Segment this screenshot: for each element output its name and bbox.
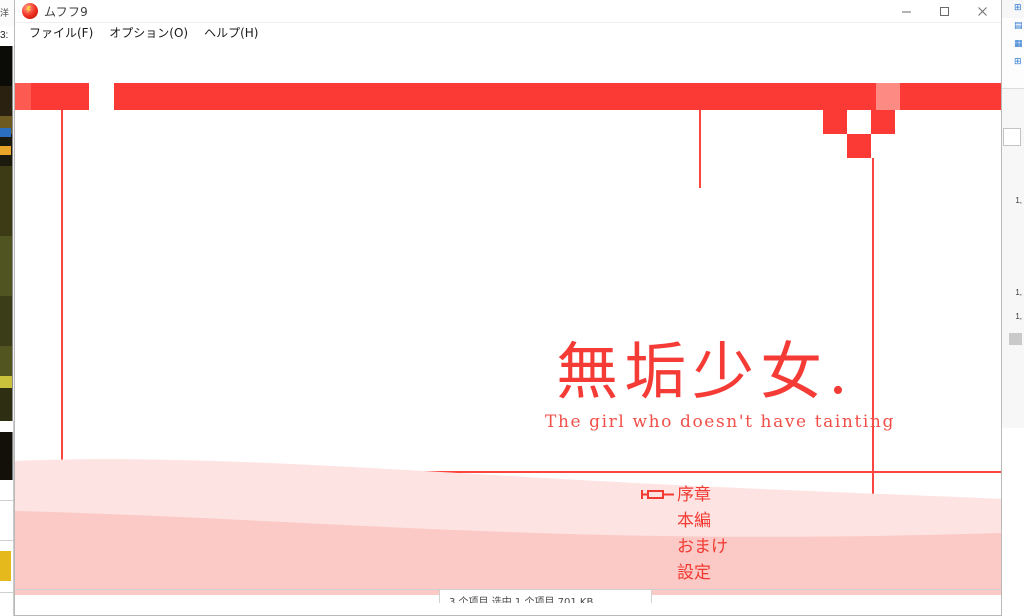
- background-status-bar: 3 个项目 选中 1 个项目 701 KB: [15, 589, 1001, 603]
- background-left-titlebar: 洋: [0, 0, 14, 26]
- game-menu-label: おまけ: [677, 536, 728, 557]
- background-right-cell[interactable]: [1003, 128, 1021, 146]
- app-flame-icon: [22, 3, 38, 19]
- background-left-orange-swatch: [0, 146, 11, 155]
- background-left-yellow-swatch: [0, 551, 11, 581]
- banner-segment-left-highlight: [15, 83, 31, 110]
- game-logo-title: 無垢少女.: [556, 335, 854, 408]
- background-right-lower-panel: [1002, 428, 1024, 616]
- background-left-blue-swatch: [0, 128, 11, 137]
- background-right-icon-4: ⊞: [1014, 57, 1022, 67]
- background-left-divider-1: [0, 500, 13, 501]
- background-left-media-area: [0, 46, 13, 421]
- decor-block-gap: [847, 110, 871, 134]
- game-menu-label: 設定: [677, 562, 711, 583]
- close-icon[interactable]: [963, 0, 1001, 22]
- status-bar-overlap-right: [651, 590, 1001, 595]
- menu-file[interactable]: ファイル(F): [21, 23, 101, 42]
- decor-block-1: [823, 110, 847, 134]
- menu-help[interactable]: ヘルプ(H): [196, 23, 266, 42]
- background-right-label-b: 1,: [1015, 288, 1022, 297]
- window-controls: [887, 0, 1001, 22]
- background-right-label-a: 1,: [1015, 196, 1022, 205]
- title-bar[interactable]: ムフフ9: [15, 0, 1001, 23]
- background-left-thumbnail: [0, 432, 13, 480]
- desktop-background: 洋 3: ⊞ ▤ ▦ ⊞ 1, 1, 1, ムフフ9 ファイル(F) オプション…: [0, 0, 1024, 616]
- syringe-cursor-icon: [641, 486, 675, 499]
- maximize-icon[interactable]: [925, 0, 963, 22]
- application-window[interactable]: ムフフ9 ファイル(F) オプション(O) ヘルプ(H) 無垢少女. The g…: [14, 0, 1002, 616]
- background-window-right[interactable]: ⊞ ▤ ▦ ⊞ 1, 1, 1,: [1001, 0, 1024, 616]
- background-right-icon-3: ▦: [1014, 39, 1023, 49]
- background-left-divider-3: [0, 592, 13, 593]
- game-logo-subtitle: The girl who doesn't have tainting: [545, 412, 895, 432]
- background-left-divider-2: [0, 540, 13, 541]
- background-right-label-c: 1,: [1015, 312, 1022, 321]
- game-menu-label: 本編: [677, 510, 711, 531]
- status-bar-divider-2: [651, 590, 652, 603]
- game-menu-item-settings[interactable]: 設定: [677, 557, 917, 583]
- game-menu-item-main-story[interactable]: 本編: [677, 505, 917, 531]
- background-right-grey-swatch: [1009, 333, 1022, 345]
- banner-highlight-block: [876, 83, 900, 110]
- decor-block-2: [871, 110, 895, 134]
- minimize-icon[interactable]: [887, 0, 925, 22]
- game-menu-label: 序章: [677, 484, 711, 505]
- status-bar-overlap-left: [15, 590, 439, 595]
- banner-segment-right: [114, 83, 1001, 110]
- menu-bar[interactable]: ファイル(F) オプション(O) ヘルプ(H): [15, 23, 1001, 43]
- game-main-menu[interactable]: 序章 本編 おまけ 設定 データ初期化: [641, 479, 917, 603]
- background-right-icon-1: ⊞: [1014, 3, 1022, 13]
- game-menu-item-extras[interactable]: おまけ: [677, 531, 917, 557]
- window-title: ムフフ9: [44, 4, 89, 19]
- background-window-left[interactable]: 洋 3:: [0, 0, 14, 616]
- game-canvas[interactable]: 無垢少女. The girl who doesn't have tainting…: [15, 43, 1001, 603]
- game-logo: 無垢少女. The girl who doesn't have tainting: [545, 335, 895, 433]
- decor-vertical-line-middle: [699, 110, 701, 188]
- background-right-icon-2: ▤: [1014, 21, 1023, 31]
- menu-options[interactable]: オプション(O): [101, 23, 196, 42]
- status-bar-divider-1: [439, 590, 440, 603]
- decor-block-3: [847, 134, 871, 158]
- game-menu-item-prologue[interactable]: 序章: [641, 479, 917, 505]
- status-bar-text: 3 个项目 选中 1 个项目 701 KB: [449, 597, 594, 603]
- background-left-menubar: 3:: [0, 26, 14, 46]
